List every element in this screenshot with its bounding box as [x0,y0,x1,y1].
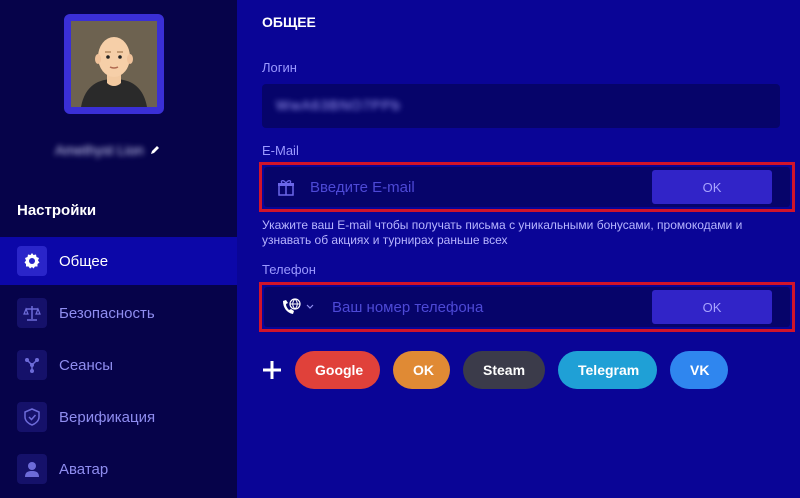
telegram-button[interactable]: Telegram [558,351,657,389]
main-content: ОБЩЕЕ Логин WwA63BNO7PPb E-Mail OK Укажи… [259,0,800,498]
settings-heading: Настройки [17,202,97,219]
sidebar-item-label: Верификация [59,408,156,426]
vk-button[interactable]: VK [670,351,728,389]
phone-label: Телефон [262,262,316,277]
globe-phone-icon [282,298,301,314]
sidebar-item-avatar[interactable]: Аватар [0,445,237,493]
email-input[interactable] [308,177,652,197]
email-label: E-Mail [262,143,299,158]
avatar[interactable] [64,14,164,114]
phone-highlight: OK [259,282,795,332]
sidebar-item-security[interactable]: Безопасность [0,289,237,337]
email-highlight: OK [259,162,795,212]
edit-icon[interactable] [150,145,160,155]
page-title: ОБЩЕЕ [262,14,316,30]
phone-field: OK [264,287,790,327]
username-row: Amethyst Lion [55,140,175,160]
login-field: WwA63BNO7PPb [262,84,780,128]
chevron-down-icon [306,304,313,309]
gift-icon [264,178,308,196]
scales-icon [17,298,47,328]
sidebar-item-general[interactable]: Общее [0,237,237,285]
steam-button[interactable]: Steam [463,351,545,389]
login-value: WwA63BNO7PPb [276,97,401,113]
social-links: Google OK Steam Telegram VK [262,351,741,389]
sidebar-item-label: Безопасность [59,304,155,322]
sidebar: Amethyst Lion Настройки Общее Безопаснос… [0,0,237,498]
sidebar-item-label: Общее [59,252,109,270]
google-button[interactable]: Google [295,351,380,389]
login-label: Логин [262,60,297,75]
sidebar-item-label: Аватар [59,460,109,478]
email-field: OK [264,167,790,207]
network-icon [17,350,47,380]
avatar-image [71,21,157,107]
plus-icon[interactable] [262,360,282,380]
email-hint: Укажите ваш E-mail чтобы получать письма… [262,218,743,247]
user-icon [17,454,47,484]
sidebar-item-sessions[interactable]: Сеансы [0,341,237,389]
gear-icon [17,246,47,276]
username: Amethyst Lion [55,142,144,158]
phone-input[interactable] [330,297,652,317]
email-ok-button[interactable]: OK [652,170,772,204]
ok-social-button[interactable]: OK [393,351,450,389]
sidebar-item-verification[interactable]: Верификация [0,393,237,441]
phone-ok-button[interactable]: OK [652,290,772,324]
country-selector[interactable] [264,298,330,316]
shield-icon [17,402,47,432]
sidebar-item-label: Сеансы [59,356,114,374]
